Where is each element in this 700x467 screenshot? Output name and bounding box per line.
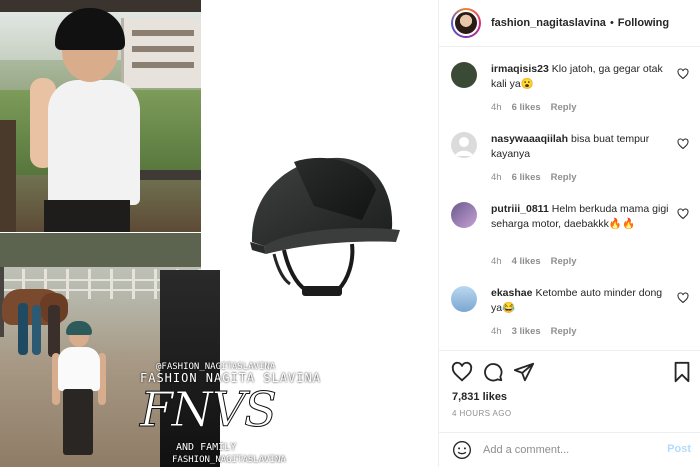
post-timestamp[interactable]: 4 HOURS AGO bbox=[452, 409, 512, 418]
heart-icon[interactable] bbox=[451, 361, 473, 383]
share-icon[interactable] bbox=[513, 361, 535, 383]
heart-icon[interactable] bbox=[677, 208, 689, 220]
comment-age: 4h bbox=[491, 102, 502, 113]
watermark-monogram: FNVS bbox=[140, 382, 278, 439]
comment-likes[interactable]: 6 likes bbox=[512, 102, 541, 113]
post-header: fashion_nagitaslavina • Following bbox=[439, 0, 700, 47]
post-side-panel: fashion_nagitaslavina • Following irmaqi… bbox=[438, 0, 700, 467]
commenter-avatar[interactable] bbox=[451, 286, 477, 312]
post-actions: 7,831 likes 4 HOURS AGO bbox=[439, 350, 700, 432]
post-media[interactable]: @FASHION_NAGITASLAVINA FASHION NAGITA SL… bbox=[0, 0, 438, 467]
comment-likes[interactable]: 4 likes bbox=[512, 256, 541, 267]
heart-icon[interactable] bbox=[677, 68, 689, 80]
reply-button[interactable]: Reply bbox=[551, 326, 577, 337]
add-comment-input[interactable] bbox=[483, 441, 653, 459]
reply-button[interactable]: Reply bbox=[551, 102, 577, 113]
watermark-family: AND FAMILY bbox=[176, 442, 237, 453]
comment-icon[interactable] bbox=[482, 361, 504, 383]
comment-age: 4h bbox=[491, 326, 502, 337]
reply-button[interactable]: Reply bbox=[551, 256, 577, 267]
commenter-username[interactable]: putriii_0811 bbox=[491, 203, 549, 215]
comment-age: 4h bbox=[491, 256, 502, 267]
reply-button[interactable]: Reply bbox=[551, 172, 577, 183]
comment-likes[interactable]: 3 likes bbox=[512, 326, 541, 337]
author-avatar[interactable] bbox=[451, 8, 481, 38]
watermark-handle-bottom: FASHION_NAGITASLAVINA bbox=[172, 455, 286, 465]
bookmark-icon[interactable] bbox=[671, 361, 693, 383]
header-separator: • bbox=[609, 17, 614, 29]
commenter-username[interactable]: ekashae bbox=[491, 287, 532, 299]
commenter-avatar[interactable] bbox=[451, 202, 477, 228]
comment-list[interactable]: irmaqisis23 Klo jatoh, ga gegar otak kali… bbox=[439, 48, 700, 350]
follow-status-button[interactable]: Following bbox=[618, 17, 669, 29]
emoji-icon[interactable] bbox=[452, 440, 472, 460]
comment-age: 4h bbox=[491, 172, 502, 183]
like-count[interactable]: 7,831 likes bbox=[452, 391, 507, 403]
riding-helmet-image bbox=[250, 157, 400, 296]
commenter-username[interactable]: nasywaaaqiilah bbox=[491, 133, 568, 145]
commenter-username[interactable]: irmaqisis23 bbox=[491, 63, 549, 75]
photo-woman-putting-on-helmet bbox=[0, 0, 201, 232]
commenter-avatar[interactable] bbox=[451, 62, 477, 88]
post-comment-button[interactable]: Post bbox=[667, 443, 691, 455]
commenter-avatar[interactable] bbox=[451, 132, 477, 158]
add-comment-bar: Post bbox=[439, 432, 700, 467]
author-username[interactable]: fashion_nagitaslavina bbox=[491, 17, 606, 29]
heart-icon[interactable] bbox=[677, 292, 689, 304]
comment-likes[interactable]: 6 likes bbox=[512, 172, 541, 183]
heart-icon[interactable] bbox=[677, 138, 689, 150]
